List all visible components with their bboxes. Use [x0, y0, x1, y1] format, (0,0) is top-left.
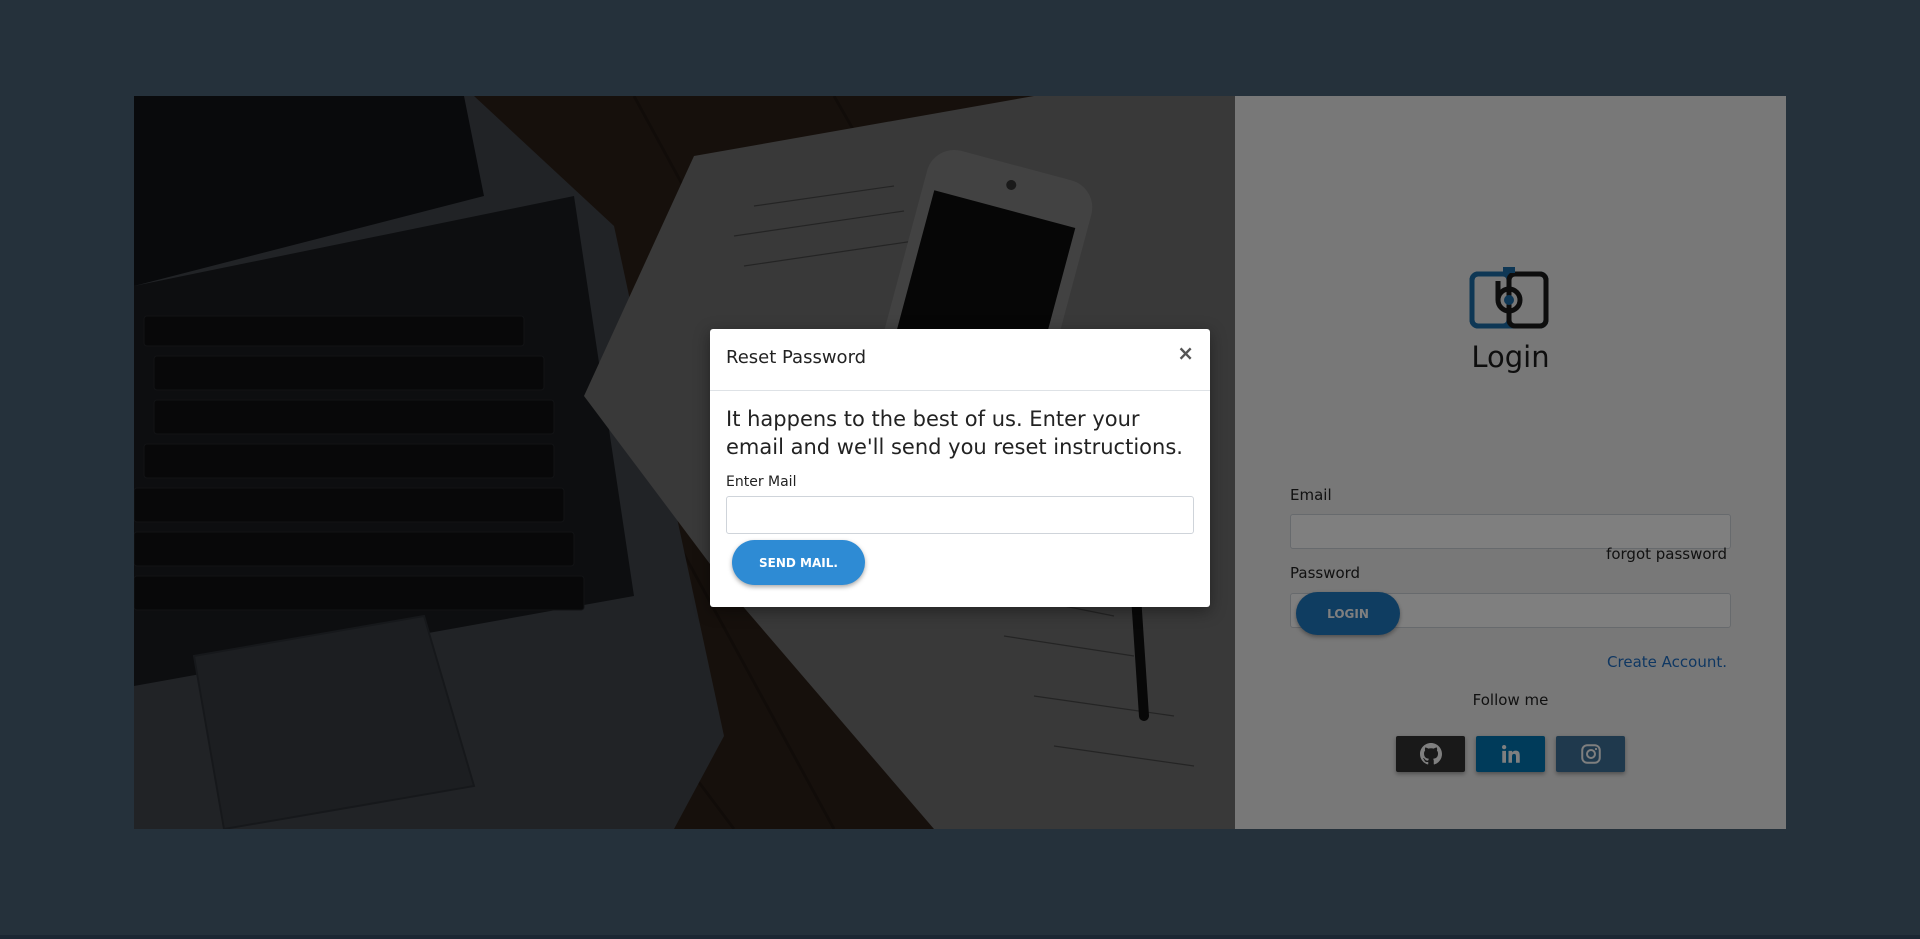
enter-mail-label: Enter Mail: [726, 474, 797, 490]
close-icon[interactable]: ×: [1177, 343, 1194, 363]
modal-title: Reset Password: [726, 347, 867, 368]
taskbar-strip: [0, 935, 1920, 939]
reset-password-modal: Reset Password × It happens to the best …: [710, 329, 1210, 607]
modal-message: It happens to the best of us. Enter your…: [726, 407, 1183, 459]
modal-header: Reset Password ×: [710, 329, 1210, 391]
reset-email-field[interactable]: [726, 496, 1194, 534]
send-mail-button[interactable]: SEND MAIL.: [732, 540, 865, 585]
